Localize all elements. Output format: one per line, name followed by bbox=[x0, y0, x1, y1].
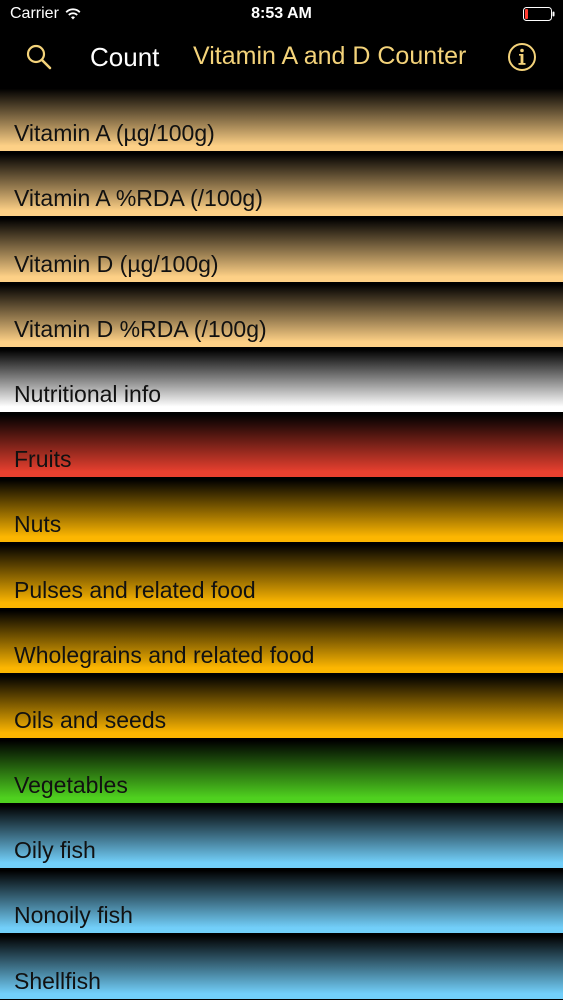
list-item[interactable]: Nonoily fish bbox=[0, 868, 563, 934]
list-item[interactable]: Pulses and related food bbox=[0, 542, 563, 608]
status-time: 8:53 AM bbox=[251, 5, 312, 22]
battery-icon bbox=[523, 7, 555, 21]
list-item-label: Vitamin A %RDA (/100g) bbox=[14, 185, 263, 212]
list-item-label: Vitamin D %RDA (/100g) bbox=[14, 315, 267, 342]
list-item-label: Wholegrains and related food bbox=[14, 641, 315, 668]
list-item[interactable]: Vitamin D %RDA (/100g) bbox=[0, 281, 563, 347]
count-button[interactable]: Count bbox=[90, 42, 159, 73]
list-item-label: Vitamin A (µg/100g) bbox=[14, 120, 215, 147]
list-item-label: Pulses and related food bbox=[14, 576, 256, 603]
list-item[interactable]: Vitamin D (µg/100g) bbox=[0, 216, 563, 282]
status-bar: Carrier 8:53 AM bbox=[0, 0, 563, 30]
list-item[interactable]: Vitamin A (µg/100g) bbox=[0, 86, 563, 152]
list-item-label: Shellfish bbox=[14, 967, 101, 994]
list-item[interactable]: Oily fish bbox=[0, 803, 563, 869]
list-item-label: Oils and seeds bbox=[14, 706, 167, 733]
info-icon[interactable] bbox=[507, 42, 537, 72]
list-item-label: Nutritional info bbox=[14, 380, 162, 407]
list-item-label: Vegetables bbox=[14, 772, 128, 799]
list-item[interactable]: Oils and seeds bbox=[0, 672, 563, 738]
list-item[interactable]: Wholegrains and related food bbox=[0, 607, 563, 673]
list-item[interactable]: Nuts bbox=[0, 477, 563, 543]
list-item[interactable]: Vitamin A %RDA (/100g) bbox=[0, 151, 563, 217]
list-item-label: Fruits bbox=[14, 446, 72, 473]
list-item[interactable]: Shellfish bbox=[0, 933, 563, 999]
list-item-label: Nuts bbox=[14, 511, 62, 538]
list-item-label: Vitamin D (µg/100g) bbox=[14, 250, 219, 277]
navigation-bar: Count Vitamin A and D Counter bbox=[0, 30, 563, 86]
list-item[interactable]: Nutritional info bbox=[0, 346, 563, 412]
search-icon[interactable] bbox=[24, 42, 54, 72]
page-title: Vitamin A and D Counter bbox=[193, 42, 467, 70]
list-item-label: Nonoily fish bbox=[14, 902, 133, 929]
list-item[interactable]: Fruits bbox=[0, 411, 563, 478]
list-item-label: Oily fish bbox=[14, 837, 96, 864]
list-item[interactable]: Vegetables bbox=[0, 737, 563, 804]
category-list: Vitamin A (µg/100g) Vitamin A %RDA (/100g… bbox=[0, 86, 563, 999]
